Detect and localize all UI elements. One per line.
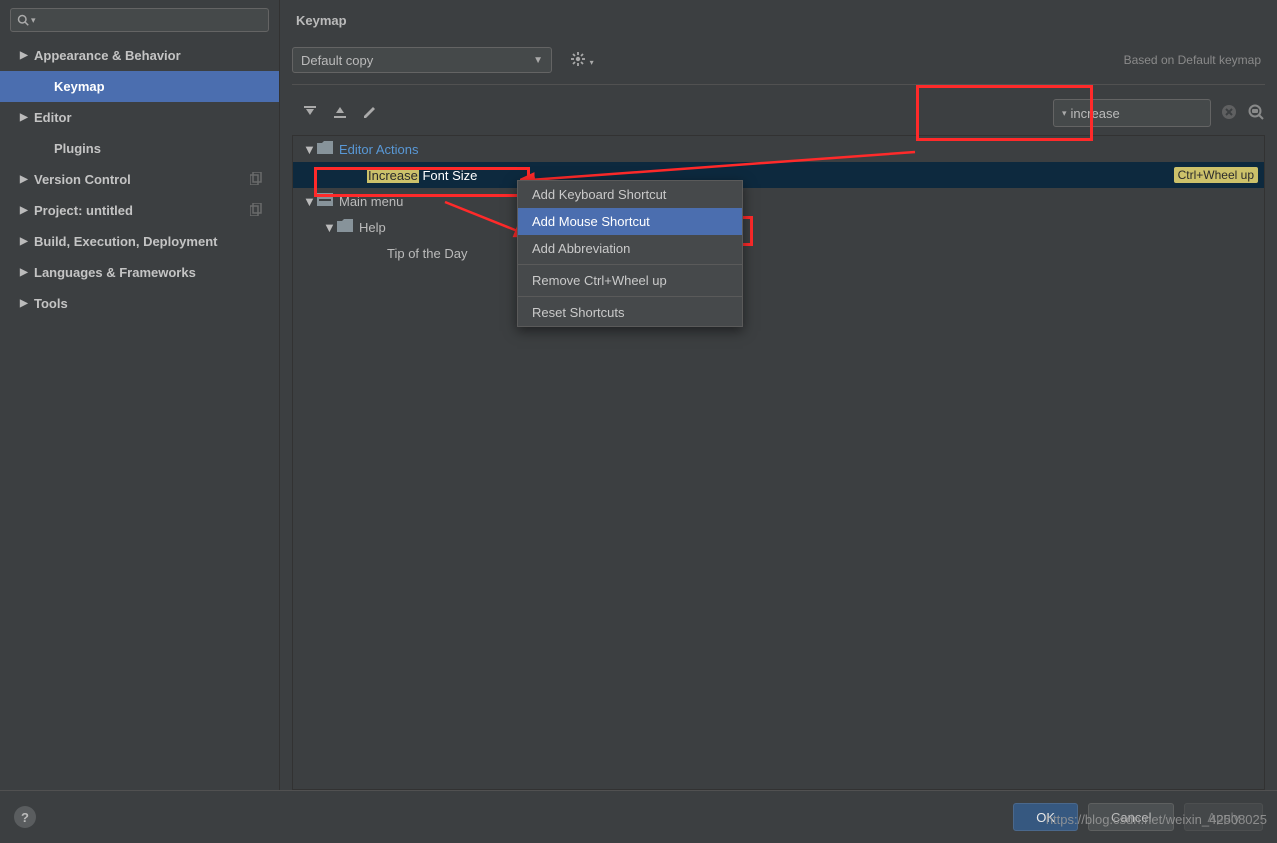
tree-toolbar: ▾ <box>292 93 1265 133</box>
clear-filter-icon[interactable] <box>1221 104 1237 123</box>
keymap-select-value: Default copy <box>301 53 373 68</box>
current-project-icon <box>250 172 263 188</box>
tree-label: Help <box>359 220 386 235</box>
expand-all-icon[interactable] <box>302 104 318 123</box>
expand-arrow-icon: ▶ <box>20 205 34 216</box>
dropdown-caret-icon: ▾ <box>1062 108 1067 119</box>
sidebar-item-version-control[interactable]: ▶Version Control <box>0 164 279 195</box>
tree-label: Increase Font Size <box>367 168 477 183</box>
sidebar-item-project-untitled[interactable]: ▶Project: untitled <box>0 195 279 226</box>
expand-arrow-icon: ▼ <box>303 142 317 157</box>
sidebar-item-label: Version Control <box>34 172 131 187</box>
expand-arrow-icon: ▼ <box>303 194 317 209</box>
tree-label: Editor Actions <box>339 142 419 157</box>
tree-label: Main menu <box>339 194 403 209</box>
divider <box>292 84 1265 85</box>
watermark: https://blog.csdn.net/weixin_42508025 <box>1046 812 1267 827</box>
menu-item-add-keyboard-shortcut[interactable]: Add Keyboard Shortcut <box>518 181 742 208</box>
sidebar-search[interactable]: ▾ <box>10 8 269 32</box>
menu-item-reset-shortcuts[interactable]: Reset Shortcuts <box>518 299 742 326</box>
folder-icon <box>337 219 353 235</box>
help-button[interactable]: ? <box>14 806 36 828</box>
sidebar-item-appearance-behavior[interactable]: ▶Appearance & Behavior <box>0 40 279 71</box>
collapse-all-icon[interactable] <box>332 104 348 123</box>
chevron-down-icon: ▼ <box>533 55 543 66</box>
sidebar-item-label: Project: untitled <box>34 203 133 218</box>
sidebar-item-label: Tools <box>34 296 68 311</box>
tree-item-tip-of-the-day[interactable]: Tip of the Day <box>293 240 1264 266</box>
sidebar-item-tools[interactable]: ▶Tools <box>0 288 279 319</box>
filter-input-box[interactable]: ▾ <box>1053 99 1211 127</box>
sidebar-item-label: Languages & Frameworks <box>34 265 196 280</box>
edit-icon[interactable] <box>362 104 378 123</box>
tree-folder-help[interactable]: ▼ Help <box>293 214 1264 240</box>
tree-label: Tip of the Day <box>387 246 467 261</box>
tree-item-increase-font-size[interactable]: Increase Font Size Ctrl+Wheel up <box>293 162 1264 188</box>
gear-icon[interactable]: ▾ <box>570 51 594 70</box>
expand-arrow-icon: ▶ <box>20 267 34 278</box>
separator <box>518 264 742 265</box>
context-menu: Add Keyboard Shortcut Add Mouse Shortcut… <box>517 180 743 327</box>
tree-folder-editor-actions[interactable]: ▼ Editor Actions <box>293 136 1264 162</box>
expand-arrow-icon: ▶ <box>20 298 34 309</box>
dropdown-caret-icon: ▾ <box>31 15 36 26</box>
folder-icon <box>317 141 333 157</box>
expand-arrow-icon: ▼ <box>323 220 337 235</box>
sidebar-item-plugins[interactable]: Plugins <box>0 133 279 164</box>
settings-sidebar: ▾ ▶Appearance & BehaviorKeymap▶EditorPlu… <box>0 0 280 790</box>
shortcut-badge: Ctrl+Wheel up <box>1174 167 1258 183</box>
based-on-label: Based on Default keymap <box>1124 53 1265 67</box>
tree-folder-main-menu[interactable]: ▼ Main menu <box>293 188 1264 214</box>
sidebar-item-label: Plugins <box>54 141 101 156</box>
sidebar-item-label: Editor <box>34 110 72 125</box>
page-title: Keymap <box>292 0 1265 40</box>
menu-item-add-abbreviation[interactable]: Add Abbreviation <box>518 235 742 262</box>
current-project-icon <box>250 203 263 219</box>
expand-arrow-icon: ▶ <box>20 174 34 185</box>
expand-arrow-icon: ▶ <box>20 112 34 123</box>
sidebar-item-keymap[interactable]: Keymap <box>0 71 279 102</box>
main-panel: Keymap Default copy ▼ ▾ Based on Default… <box>280 0 1277 790</box>
keymap-tree[interactable]: ▼ Editor Actions Increase Font Size Ctrl… <box>292 135 1265 790</box>
expand-arrow-icon: ▶ <box>20 50 34 61</box>
menu-icon <box>317 193 333 209</box>
sidebar-item-build-execution-deployment[interactable]: ▶Build, Execution, Deployment <box>0 226 279 257</box>
sidebar-search-input[interactable] <box>40 13 262 28</box>
sidebar-item-languages-frameworks[interactable]: ▶Languages & Frameworks <box>0 257 279 288</box>
menu-item-remove-shortcut[interactable]: Remove Ctrl+Wheel up <box>518 267 742 294</box>
sidebar-item-label: Appearance & Behavior <box>34 48 181 63</box>
sidebar-item-editor[interactable]: ▶Editor <box>0 102 279 133</box>
search-icon <box>17 14 29 26</box>
keymap-select[interactable]: Default copy ▼ <box>292 47 552 73</box>
menu-item-add-mouse-shortcut[interactable]: Add Mouse Shortcut <box>518 208 742 235</box>
separator <box>518 296 742 297</box>
sidebar-item-label: Keymap <box>54 79 105 94</box>
sidebar-item-label: Build, Execution, Deployment <box>34 234 217 249</box>
find-by-shortcut-icon[interactable] <box>1247 103 1265 124</box>
expand-arrow-icon: ▶ <box>20 236 34 247</box>
